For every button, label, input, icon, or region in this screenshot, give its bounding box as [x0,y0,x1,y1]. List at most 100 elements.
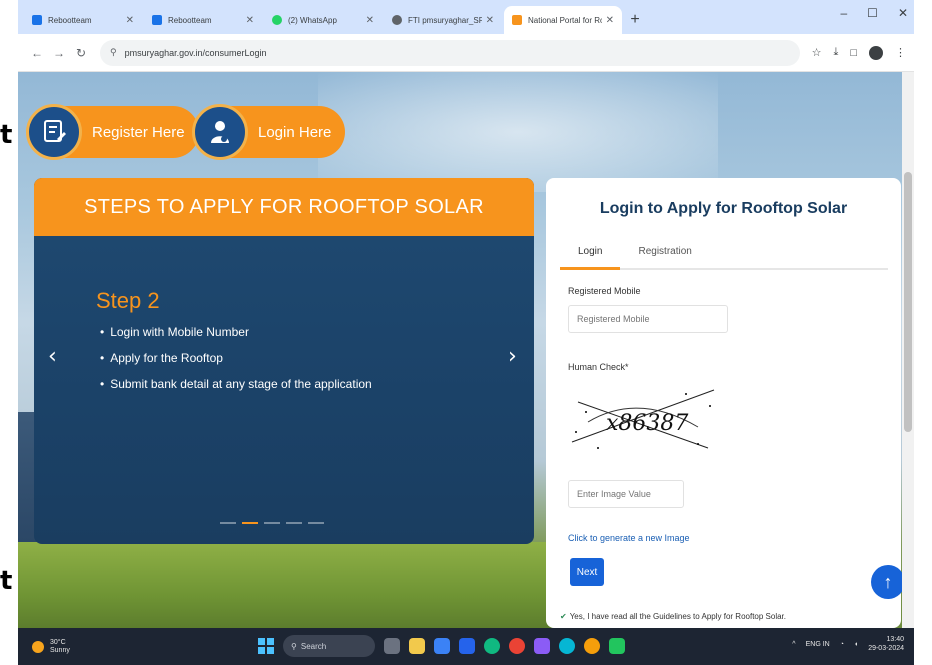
whatsapp-icon [272,15,282,25]
address-bar[interactable]: ⚲ pmsuryaghar.gov.in/consumerLogin [100,39,800,66]
tab-title: Rebootteam [168,15,212,25]
clock-time: 13:40 [886,636,904,643]
wifi-icon[interactable]: ◔ [840,641,844,648]
language-indicator[interactable]: ENG IN [806,641,830,648]
scroll-to-top-button[interactable]: ↑ [871,565,905,599]
task-view-icon[interactable] [384,638,400,654]
close-icon[interactable]: ✕ [366,15,374,26]
volume-icon[interactable]: ◖ [854,641,858,648]
app-icon[interactable] [559,638,575,654]
minimize-button[interactable]: – [840,6,847,20]
login-title: Login to Apply for Rooftop Solar [599,200,848,217]
tab-favicon-icon [392,15,402,25]
captcha-input[interactable] [568,480,684,508]
sun-icon [32,640,44,653]
regenerate-captcha-link[interactable]: Click to generate a new Image [568,533,690,543]
carousel-dot[interactable] [286,522,302,524]
browser-tab-2[interactable]: Rebootteam ✕ [144,6,262,34]
download-icon[interactable]: ⤓ [833,46,838,59]
window-controls: – ☐ ✕ [840,6,908,20]
browser-tab-3[interactable]: (2) WhatsApp ✕ [264,6,382,34]
carousel-dot[interactable] [264,522,280,524]
captcha-image: x86387 [568,382,718,458]
toolbar-actions: ☆ ⤓ □ ⋮ [812,45,906,60]
carousel-dot-active[interactable] [242,522,258,524]
page-scrollbar[interactable] [902,72,914,628]
taskbar-search[interactable]: ⚲ Search [283,635,375,657]
step-item: Submit bank detail at any stage of the a… [100,377,372,391]
url-text: pmsuryaghar.gov.in/consumerLogin [124,47,267,58]
forward-icon[interactable]: → [48,46,70,60]
close-window-button[interactable]: ✕ [898,6,908,20]
background-grass [18,542,558,628]
browser-tab-5-active[interactable]: National Portal for Rooftop Solar ✕ [504,6,622,34]
scrollbar-thumb[interactable] [904,172,912,432]
guidelines-agree[interactable]: ✔ Yes, I have read all the Guidelines to … [560,612,786,621]
site-info-icon[interactable]: ⚲ [110,47,117,58]
reload-icon[interactable]: ↻ [70,46,92,60]
new-tab-button[interactable]: + [624,9,646,31]
windows-taskbar: 30°C Sunny ⚲ Search ^ ENG IN ◔ ◖ 13:40 29… [18,628,914,665]
tab-title: Rebootteam [48,15,92,25]
mail-icon[interactable] [459,638,475,654]
file-explorer-icon[interactable] [409,638,425,654]
tab-registration[interactable]: Registration [620,240,709,268]
profile-avatar[interactable] [869,45,883,60]
weather-widget[interactable]: 30°C Sunny [32,639,70,655]
web-page: Register Here Login Here STEPS TO APPLY … [18,72,914,628]
weather-temp: 30°C [50,638,66,646]
step-item: Apply for the Rooftop [100,351,372,365]
chevron-up-icon[interactable]: ^ [792,641,795,648]
tab-favicon-icon [512,15,522,25]
tab-title: FTI pmsuryaghar_SREEPANCHA... [408,15,482,25]
tab-strip: Rebootteam ✕ Rebootteam ✕ (2) WhatsApp ✕… [18,0,914,34]
menu-icon[interactable]: ⋮ [895,46,906,59]
carousel-dot[interactable] [220,522,236,524]
arrow-up-icon: ↑ [883,571,893,592]
taskbar-apps: ⚲ Search [258,635,625,657]
browser-tab-1[interactable]: Rebootteam ✕ [24,6,142,34]
browser-tab-4[interactable]: FTI pmsuryaghar_SREEPANCHA... ✕ [384,6,502,34]
carousel-indicators [220,522,324,524]
carousel-next-arrow[interactable]: › [508,344,517,369]
tab-login[interactable]: Login [560,240,621,270]
weather-desc: Sunny [50,646,70,654]
login-card: Login to Apply for Rooftop Solar Login R… [546,178,901,628]
left-edge-glyph-bottom: t [0,566,13,596]
close-icon[interactable]: ✕ [126,15,134,26]
steps-header: STEPS TO APPLY FOR ROOFTOP SOLAR [34,178,534,236]
agree-text: Yes, I have read all the Guidelines to A… [569,612,786,621]
mobile-input[interactable] [568,305,728,333]
step-title: Step 2 [96,288,160,313]
bookmark-star-icon[interactable]: ☆ [812,46,822,59]
carousel-dot[interactable] [308,522,324,524]
left-edge-glyph-top: t [0,120,13,150]
close-icon[interactable]: ✕ [486,15,494,26]
side-panel-icon[interactable]: □ [850,47,857,59]
tab-title: National Portal for Rooftop Solar [528,15,602,25]
carousel-prev-arrow[interactable]: ‹ [48,344,57,369]
windows-start-icon[interactable] [258,638,274,654]
back-icon[interactable]: ← [26,46,48,60]
mobile-label: Registered Mobile [568,286,641,296]
browser-toolbar: ← → ↻ ⚲ pmsuryaghar.gov.in/consumerLogin… [18,34,914,72]
close-icon[interactable]: ✕ [246,15,254,26]
app-icon[interactable] [584,638,600,654]
register-here-button[interactable]: Register Here [26,104,199,160]
login-here-button[interactable]: Login Here [192,104,346,160]
captcha-label: Human Check* [568,362,629,372]
store-icon[interactable] [434,638,450,654]
tab-title: (2) WhatsApp [288,15,337,25]
chrome-icon[interactable] [509,638,525,654]
background-sky [318,72,718,192]
close-icon[interactable]: ✕ [606,15,614,26]
edge-icon[interactable] [484,638,500,654]
maximize-button[interactable]: ☐ [867,6,878,20]
steps-carousel: STEPS TO APPLY FOR ROOFTOP SOLAR Step 2 … [34,178,534,544]
next-button[interactable]: Next [570,558,604,586]
clock[interactable]: 13:40 29-03-2024 [868,635,904,653]
app-icon[interactable] [609,638,625,654]
app-icon[interactable] [534,638,550,654]
step-list: Login with Mobile Number Apply for the R… [100,325,372,403]
checkmark-icon: ✔ [560,612,567,621]
